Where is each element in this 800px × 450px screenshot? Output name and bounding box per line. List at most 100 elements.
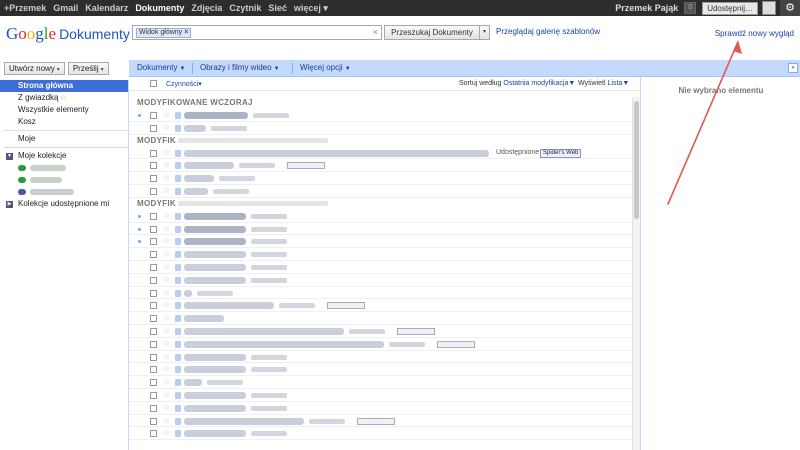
star-icon[interactable]: ☆ [163,312,170,324]
star-icon[interactable]: ☆ [163,402,170,414]
sidebar-item-trash[interactable]: Kosz [0,116,128,128]
notification-count[interactable]: 0 [684,2,697,14]
table-row[interactable]: ☆ [129,351,632,364]
star-icon[interactable]: ☆ [163,351,170,363]
table-row[interactable]: ☆ [129,363,632,377]
more-options-menu[interactable]: Więcej opcji ▼ [300,63,351,72]
nav-item-documents[interactable]: Dokumenty [135,3,184,13]
search-options-dropdown[interactable]: ▾ [480,25,490,40]
row-checkbox[interactable] [150,430,157,438]
star-icon[interactable]: ☆ [163,299,170,311]
sidebar-item-my-collections[interactable]: ▼ Moje kolekcje [0,150,128,162]
document-name-blurred[interactable] [184,404,246,412]
row-checkbox[interactable] [150,212,157,220]
user-name[interactable]: Przemek Pająk [615,3,678,13]
document-name-blurred[interactable] [184,417,304,425]
row-checkbox[interactable] [150,112,157,119]
document-name-blurred[interactable] [184,124,206,132]
share-button[interactable]: Udostępnij… [702,1,758,15]
table-row[interactable]: ☆ Udostępnione Spider's Web [129,147,632,160]
table-row[interactable]: ☆ [129,210,632,223]
document-name-blurred[interactable] [184,212,246,220]
row-checkbox[interactable] [150,187,157,195]
row-checkbox[interactable] [150,340,157,348]
document-name-blurred[interactable] [184,187,208,195]
table-row[interactable]: ☆ [129,109,632,122]
upload-button[interactable]: Prześlij ▾ [67,62,109,75]
nav-item-more[interactable]: więcej ▾ [294,3,328,14]
collection-tag[interactable]: Spider's Web [540,148,582,158]
collection-tag-blurred[interactable] [287,162,325,170]
table-row[interactable]: ☆ [129,338,632,351]
star-icon[interactable]: ☆ [163,172,170,184]
sidebar-item-shared-collections[interactable]: ▶ Kolekcje udostępnione mi [0,198,128,210]
nav-item-photos[interactable]: Zdjęcia [191,3,222,13]
row-checkbox[interactable] [150,276,157,284]
document-name-blurred[interactable] [184,263,246,271]
table-row[interactable]: ☆ [129,312,632,325]
vertical-scrollbar[interactable] [632,97,640,450]
documents-menu[interactable]: Dokumenty ▼ [137,63,185,72]
row-checkbox[interactable] [150,391,157,399]
search-button[interactable]: Przeszukaj Dokumenty [384,25,480,40]
star-icon[interactable]: ☆ [163,235,170,247]
star-icon[interactable]: ☆ [163,338,170,350]
star-icon[interactable]: ☆ [163,210,170,222]
table-row[interactable]: ☆ [129,223,632,236]
collection-tag-blurred[interactable] [437,340,475,348]
star-icon[interactable]: ☆ [163,147,170,159]
document-name-blurred[interactable] [184,175,214,183]
table-row[interactable]: ☆ [129,299,632,313]
row-checkbox[interactable] [150,315,157,323]
sidebar-collection-item[interactable] [0,174,128,186]
avatar[interactable] [762,1,776,15]
star-icon[interactable]: ☆ [163,223,170,235]
template-gallery-link[interactable]: Przeglądaj galerię szablonów [496,27,600,36]
table-row[interactable]: ☆ [129,235,632,249]
star-icon[interactable]: ☆ [163,122,170,134]
nav-item-web[interactable]: Sieć [268,3,287,13]
table-row[interactable]: ☆ [129,415,632,428]
star-icon[interactable]: ☆ [163,325,170,337]
document-name-blurred[interactable] [184,327,344,335]
table-row[interactable]: ☆ [129,248,632,261]
row-checkbox[interactable] [150,379,157,387]
document-name-blurred[interactable] [184,162,234,170]
google-docs-logo[interactable]: Google Dokumenty [6,24,130,44]
document-name-blurred[interactable] [184,379,202,387]
document-name-blurred[interactable] [184,391,246,399]
star-icon[interactable]: ☆ [163,159,170,171]
sidebar-item-starred[interactable]: Z gwiazdką☆ [0,92,128,104]
table-row[interactable]: ☆ [129,402,632,415]
row-checkbox[interactable] [150,263,157,271]
row-checkbox[interactable] [150,149,157,157]
sort-control[interactable]: Sortuj według Ostatnia modyfikacja▼ [459,80,575,87]
row-checkbox[interactable] [150,327,157,335]
row-checkbox[interactable] [150,289,157,297]
table-row[interactable]: ☆ [129,159,632,173]
table-row[interactable]: ☆ [129,172,632,185]
expand-panel-icon[interactable]: » [788,63,798,73]
star-icon[interactable]: ☆ [163,376,170,388]
images-videos-menu[interactable]: Obrazy i filmy wideo ▼ [200,63,280,72]
star-icon[interactable]: ☆ [163,274,170,286]
table-row[interactable]: ☆ [129,427,632,441]
view-control[interactable]: Wyświetl Lista▼ [578,80,629,87]
collection-tag-blurred[interactable] [397,327,435,335]
row-checkbox[interactable] [150,225,157,233]
document-name-blurred[interactable] [184,302,274,310]
nav-item-reader[interactable]: Czytnik [229,3,261,13]
table-row[interactable]: ☆ [129,274,632,287]
row-checkbox[interactable] [150,404,157,412]
row-checkbox[interactable] [150,417,157,425]
sidebar-item-home[interactable]: Strona główna [0,80,128,92]
create-new-button[interactable]: Utwórz nowy ▾ [4,62,65,75]
search-input[interactable]: Widok główny × × [132,25,382,40]
row-checkbox[interactable] [150,366,157,374]
clear-search-icon[interactable]: × [373,27,378,37]
document-name-blurred[interactable] [184,340,384,348]
star-icon[interactable]: ☆ [163,261,170,273]
table-row[interactable]: ☆ [129,287,632,300]
document-name-blurred[interactable] [184,289,192,297]
row-checkbox[interactable] [150,124,157,132]
